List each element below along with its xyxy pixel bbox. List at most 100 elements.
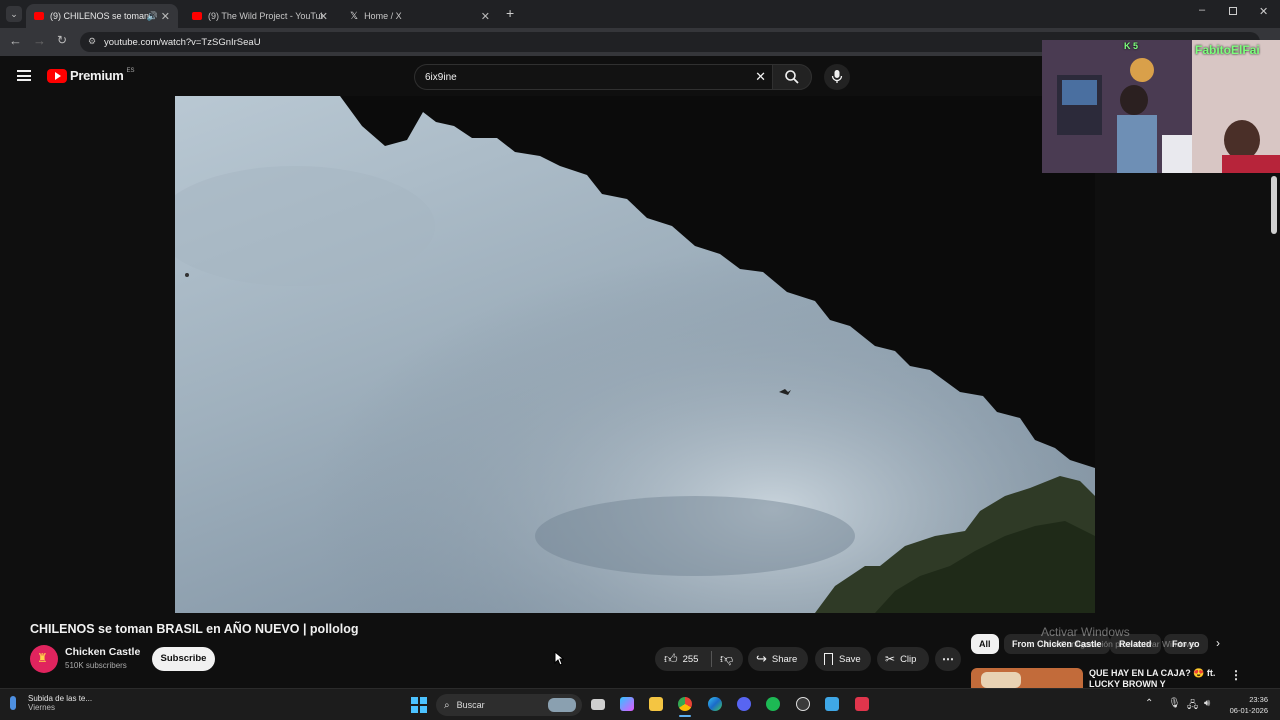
logo-text: Premium	[70, 68, 124, 83]
clip-button[interactable]: ✂ Clip	[877, 647, 929, 671]
windows-logo-icon	[411, 697, 427, 713]
search-value: 6ix9ine	[425, 72, 457, 83]
forward-arrow-icon[interactable]: →	[33, 33, 46, 48]
tray-clock[interactable]: 23:36 06-01-2026	[1222, 694, 1268, 716]
search-icon	[785, 70, 799, 84]
browser-tab-bar: ⌄ (9) CHILENOS se toman BR 🔊 ✕ (9) The W…	[0, 0, 1280, 28]
save-label: Save	[839, 653, 861, 665]
tab-search-chevron-icon[interactable]: ⌄	[6, 6, 22, 22]
streamer-badge: K 5	[1124, 41, 1139, 51]
recommended-title-line1: QUE HAY EN LA CAJA? 😍 ft.	[1089, 668, 1216, 678]
tray-microphone-icon[interactable]: 🎙︎	[1168, 698, 1181, 709]
clear-search-icon[interactable]: ✕	[755, 69, 766, 85]
like-button[interactable]: 👍︎ 255	[655, 647, 711, 671]
like-dislike-group: 👍︎ 255 👎︎	[655, 647, 743, 671]
scissors-icon: ✂	[885, 652, 896, 666]
subscribe-button[interactable]: Subscribe	[152, 647, 215, 671]
video-player[interactable]	[175, 96, 1095, 613]
back-arrow-icon[interactable]: ←	[9, 33, 22, 48]
share-button[interactable]: ↪ Share	[748, 647, 808, 671]
close-tab-icon[interactable]: ✕	[161, 10, 170, 23]
clock-time: 23:36	[1249, 695, 1268, 704]
weather-text: Subida de las te...	[28, 694, 93, 703]
dislike-button[interactable]: 👎︎	[712, 651, 733, 667]
maximize-window-icon[interactable]	[1229, 7, 1237, 15]
obs-icon[interactable]	[796, 697, 810, 711]
taskbar-search-label: Buscar	[456, 700, 485, 710]
channel-name[interactable]: Chicken Castle	[65, 646, 140, 658]
close-tab-icon[interactable]: ✕	[319, 10, 328, 23]
clock-date: 06-01-2026	[1229, 706, 1268, 715]
youtube-logo[interactable]: Premium ES	[47, 68, 135, 83]
tab-label: (9) The Wild Project - YouTube	[208, 11, 323, 21]
share-arrow-icon: ↪	[756, 651, 767, 666]
thumbs-down-icon: 👎︎	[720, 651, 734, 666]
notepad-icon[interactable]	[825, 697, 839, 711]
page-scrollbar[interactable]	[1271, 176, 1277, 234]
like-count: 255	[682, 653, 699, 665]
windows-taskbar: Subida de las te... Viernes ⌕ Buscar	[0, 688, 1280, 720]
search-highlight-image	[548, 698, 576, 712]
thermometer-icon	[10, 696, 16, 710]
channel-avatar[interactable]: ♜	[30, 645, 58, 673]
recommended-title-line2: LUCKY BROWN Y	[1089, 679, 1166, 688]
thumbs-up-icon: 👍︎	[664, 651, 678, 666]
search-button[interactable]	[772, 64, 812, 90]
minimize-window-icon[interactable]: –	[1199, 4, 1205, 16]
download-app-icon[interactable]	[855, 697, 869, 711]
search-input[interactable]: 6ix9ine ✕	[414, 64, 772, 90]
tab-wild-project[interactable]: (9) The Wild Project - YouTube ✕	[184, 4, 336, 28]
tab-label: (9) CHILENOS se toman BR	[50, 11, 150, 21]
copilot-icon[interactable]	[620, 697, 634, 711]
chrome-active-indicator	[679, 715, 691, 717]
tray-network-icon[interactable]: 🖧	[1187, 698, 1198, 715]
subscribe-label: Subscribe	[160, 653, 207, 664]
site-info-icon[interactable]: ⚙	[88, 36, 96, 47]
tab-home-x[interactable]: 𝕏 Home / X ✕	[342, 4, 498, 28]
webcam-image	[1042, 40, 1280, 173]
streamer-name: FabitoElFai	[1195, 43, 1260, 57]
tray-chevron-up-icon[interactable]: ⌃	[1145, 698, 1153, 709]
chip-all[interactable]: All	[971, 634, 999, 654]
recommended-thumbnail[interactable]	[971, 668, 1083, 688]
recommended-title[interactable]: QUE HAY EN LA CAJA? 😍 ft. LUCKY BROWN Y	[1089, 668, 1217, 688]
mouse-cursor-icon	[554, 651, 564, 666]
voice-search-button[interactable]	[824, 64, 850, 90]
more-actions-button[interactable]: ⋯	[935, 647, 961, 671]
activate-windows-watermark: Activar Windows Ve a Configuración para …	[1041, 625, 1224, 649]
file-explorer-icon[interactable]	[649, 697, 663, 711]
discord-icon[interactable]	[737, 697, 751, 711]
new-tab-button[interactable]: +	[506, 5, 514, 21]
microphone-icon	[831, 70, 843, 83]
more-vertical-icon[interactable]: ⋮	[1230, 668, 1242, 682]
save-button[interactable]: Save	[815, 647, 871, 671]
tab-chilenos[interactable]: (9) CHILENOS se toman BR 🔊 ✕	[26, 4, 178, 28]
x-favicon-icon: 𝕏	[350, 10, 359, 22]
bookmark-icon	[824, 653, 833, 665]
task-view-icon[interactable]	[591, 699, 605, 710]
watermark-title: Activar Windows	[1041, 625, 1130, 639]
weather-widget[interactable]: Subida de las te... Viernes	[10, 694, 92, 712]
start-button[interactable]	[411, 697, 427, 713]
youtube-favicon-icon	[192, 12, 202, 20]
subscriber-count: 510K subscribers	[65, 661, 127, 670]
close-tab-icon[interactable]: ✕	[481, 10, 490, 23]
tab-label: Home / X	[364, 11, 402, 21]
close-window-icon[interactable]: ✕	[1259, 5, 1268, 18]
taskbar-search[interactable]: ⌕ Buscar	[436, 694, 582, 716]
menu-hamburger-icon[interactable]	[17, 70, 31, 81]
spotify-icon[interactable]	[766, 697, 780, 711]
clip-label: Clip	[900, 653, 917, 665]
tray-volume-icon[interactable]: 🔊︎	[1204, 698, 1210, 709]
more-horizontal-icon: ⋯	[942, 652, 954, 666]
chrome-icon[interactable]	[678, 697, 692, 711]
video-frame-image	[175, 96, 1095, 613]
audio-playing-icon[interactable]: 🔊	[147, 11, 158, 22]
youtube-play-icon	[47, 68, 67, 83]
watermark-subtitle: Ve a Configuración para activar Windows.	[1041, 639, 1199, 649]
youtube-favicon-icon	[34, 12, 44, 20]
reload-icon[interactable]: ↻	[57, 33, 67, 47]
search-icon: ⌕	[444, 699, 450, 711]
edge-icon[interactable]	[708, 697, 722, 711]
region-code: ES	[126, 67, 135, 74]
